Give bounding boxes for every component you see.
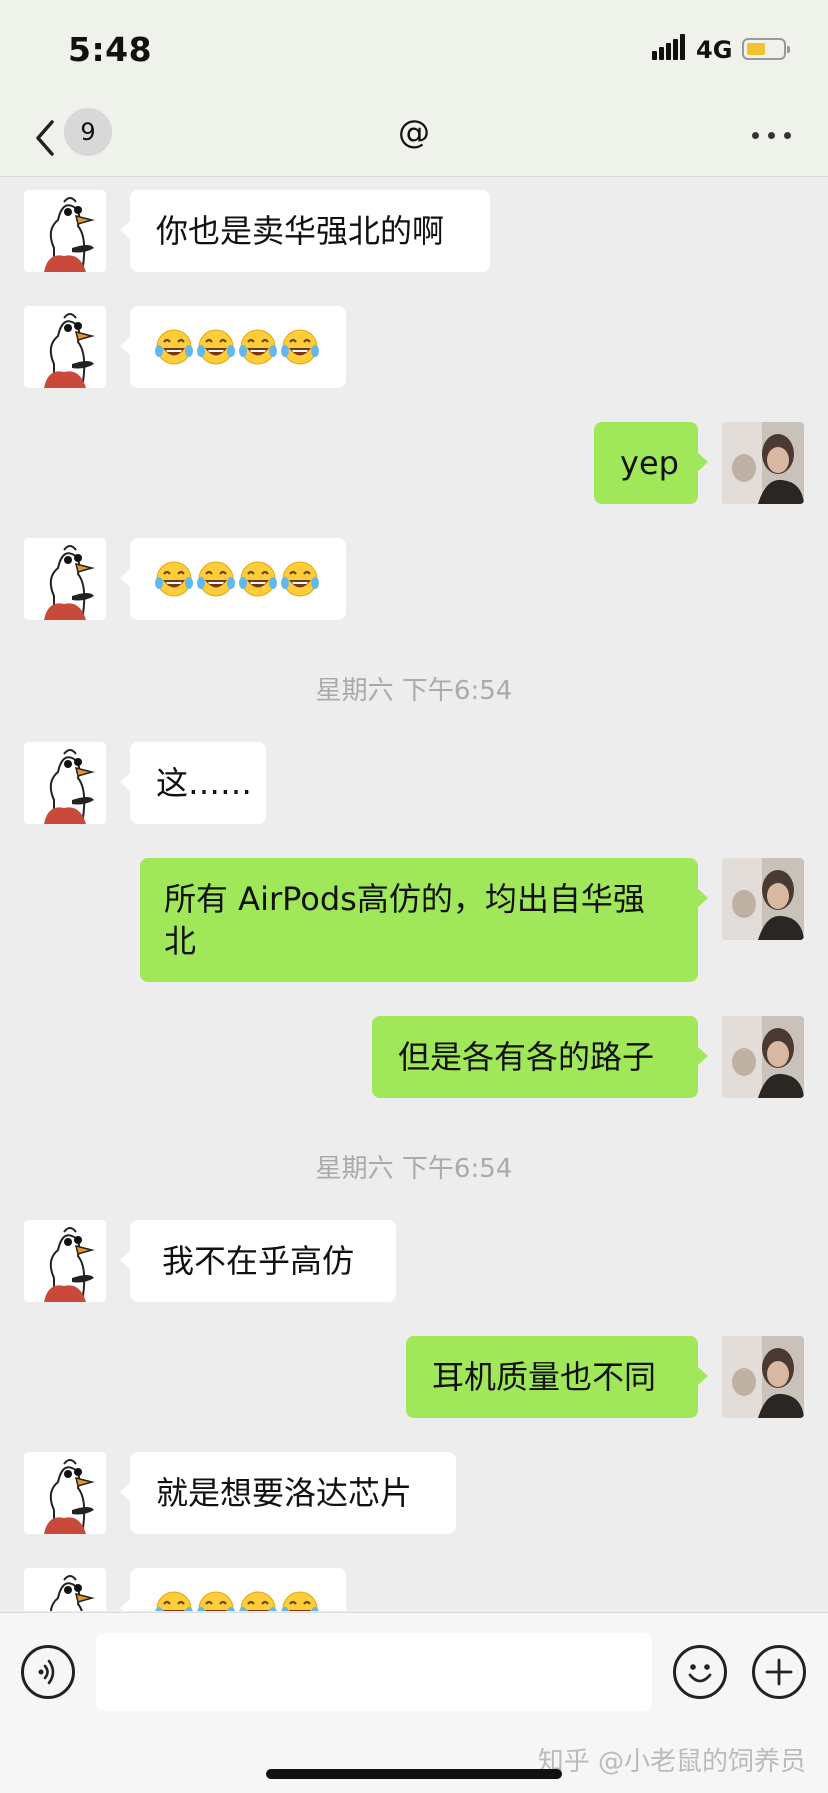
laugh-tears-emoji-icon: [154, 560, 320, 598]
incoming-message-bubble[interactable]: 这……: [120, 742, 266, 824]
home-indicator[interactable]: [266, 1769, 562, 1779]
contact-avatar[interactable]: [24, 742, 106, 824]
my-avatar[interactable]: [722, 858, 804, 940]
outgoing-message-bubble[interactable]: 耳机质量也不同: [406, 1336, 708, 1418]
signal-icon: [652, 34, 686, 60]
incoming-message-bubble[interactable]: [120, 538, 346, 620]
incoming-message-bubble[interactable]: 我不在乎高仿: [120, 1220, 396, 1302]
outgoing-message-bubble[interactable]: 但是各有各的路子: [372, 1016, 708, 1098]
my-avatar[interactable]: [722, 1336, 804, 1418]
laugh-tears-emoji-icon: [154, 328, 320, 366]
status-time: 5:48: [68, 30, 153, 69]
outgoing-message-bubble[interactable]: 所有 AirPods高仿的，均出自华强 北: [140, 858, 708, 982]
message-line: 北: [164, 922, 197, 960]
chat-header: 9 @: [0, 98, 828, 177]
contact-avatar[interactable]: [24, 1568, 106, 1611]
contact-avatar[interactable]: [24, 1452, 106, 1534]
laugh-tears-emoji-icon: [154, 1590, 320, 1611]
network-type: 4G: [696, 36, 733, 64]
contact-avatar[interactable]: [24, 1220, 106, 1302]
my-avatar[interactable]: [722, 1016, 804, 1098]
contact-avatar[interactable]: [24, 306, 106, 388]
outgoing-message-bubble[interactable]: yep: [594, 422, 708, 504]
input-bar: 知乎 @小老鼠的饲养员: [0, 1612, 828, 1793]
voice-icon[interactable]: [21, 1645, 75, 1699]
chat-title: @: [398, 113, 430, 151]
contact-avatar[interactable]: [24, 190, 106, 272]
watermark: 知乎 @小老鼠的饲养员: [537, 1747, 806, 1777]
my-avatar[interactable]: [722, 422, 804, 504]
time-divider: 星期六 下午6:54: [315, 676, 513, 706]
message-line: 所有 AirPods高仿的，均出自华强: [164, 880, 645, 918]
emoji-icon[interactable]: [673, 1645, 727, 1699]
status-bar: 5:48 4G: [0, 0, 828, 98]
battery-icon: [742, 38, 790, 60]
message-list[interactable]: 你也是卖华强北的啊 yep 星期六 下午6:54 这…… 所有 AirPods高…: [0, 177, 828, 1611]
more-icon[interactable]: [750, 130, 794, 142]
time-divider: 星期六 下午6:54: [315, 1154, 513, 1184]
plus-icon[interactable]: [752, 1645, 806, 1699]
incoming-message-bubble[interactable]: [120, 306, 346, 388]
incoming-message-bubble[interactable]: 就是想要洛达芯片: [120, 1452, 456, 1534]
incoming-message-bubble[interactable]: 你也是卖华强北的啊: [120, 190, 490, 272]
incoming-message-bubble[interactable]: [120, 1568, 346, 1611]
contact-avatar[interactable]: [24, 538, 106, 620]
message-input[interactable]: [96, 1633, 652, 1711]
